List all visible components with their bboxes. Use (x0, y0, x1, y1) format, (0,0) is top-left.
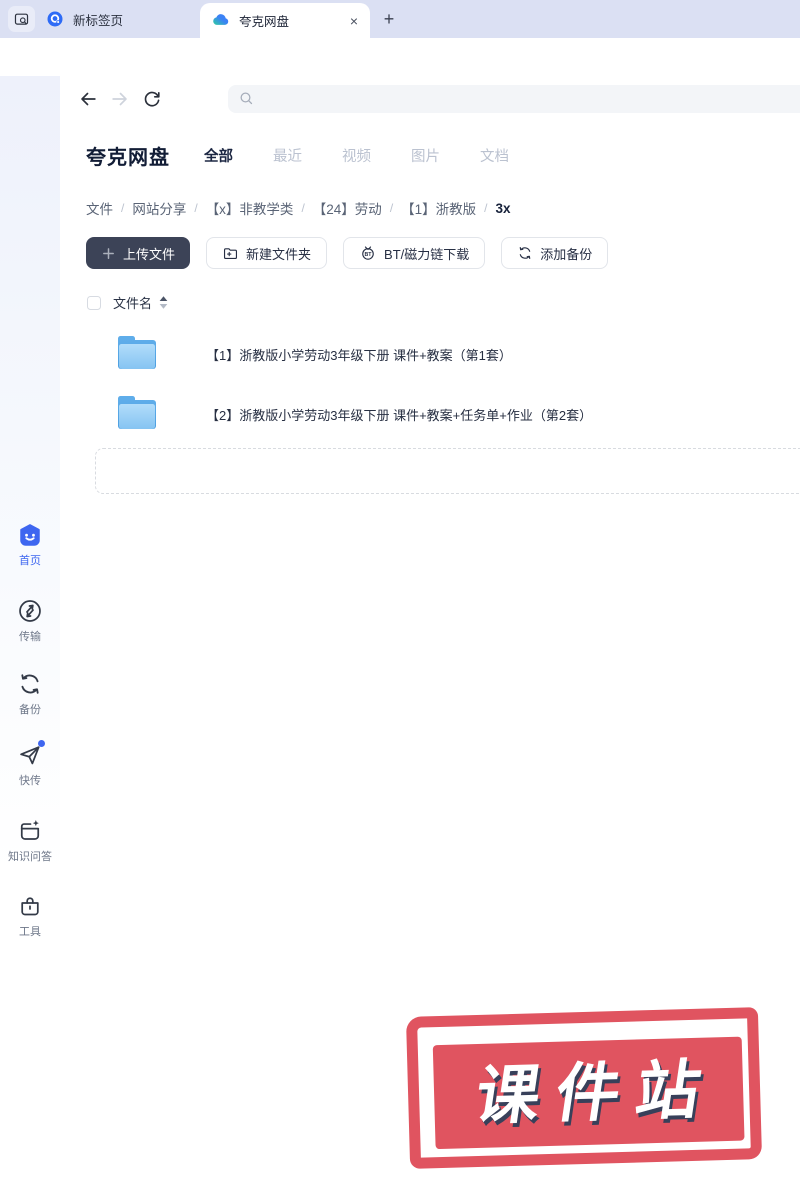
select-all-checkbox[interactable] (87, 295, 101, 310)
button-label: BT/磁力链下载 (384, 246, 470, 262)
tab-all[interactable]: 全部 (204, 145, 233, 166)
breadcrumb-item[interactable]: 【x】非教学类 (206, 198, 294, 218)
home-icon (17, 522, 43, 548)
upload-file-button[interactable]: 上传文件 (86, 237, 191, 269)
stamp-text: 课件站 (470, 1053, 721, 1133)
toolbox-icon (17, 893, 43, 919)
file-row[interactable]: 【1】浙教版小学劳动3年级下册 课件+教案（第1套） (60, 323, 800, 383)
quark-logo-icon (47, 11, 63, 27)
window-search-icon (14, 13, 29, 25)
breadcrumb-item[interactable]: 文件 (86, 198, 113, 218)
folder-icon (118, 396, 156, 429)
file-name[interactable]: 【2】浙教版小学劳动3年级下册 课件+教案+任务单+作业（第2套） (206, 405, 592, 424)
quick-send-icon (17, 740, 45, 768)
folder-plus-icon (223, 247, 238, 259)
sidebar-item-quick-send[interactable]: 快传 (0, 740, 60, 788)
notification-dot (38, 740, 45, 747)
tab-title: 新标签页 (73, 13, 124, 28)
tab-title: 夸克网盘 (239, 15, 290, 29)
transfer-icon (17, 598, 43, 624)
bt-download-icon: BT (362, 246, 374, 260)
file-row[interactable]: 【2】浙教版小学劳动3年级下册 课件+教案+任务单+作业（第2套） (60, 383, 800, 443)
sidebar-item-label: 知识问答 (8, 851, 52, 863)
tab-recent[interactable]: 最近 (273, 145, 302, 166)
sidebar-item-label: 首页 (19, 555, 41, 567)
address-search-bar[interactable] (228, 85, 800, 113)
sidebar-item-backup[interactable]: 备份 (0, 671, 60, 717)
quark-browser-window: 新标签页 夸克网盘 × + 首页 传输 备份 快传 知识问答 工具 夸克网盘 全… (0, 0, 800, 1200)
breadcrumb-separator: / (301, 201, 305, 215)
browser-nav-row (60, 76, 800, 122)
sidebar-item-transfer[interactable]: 传输 (0, 598, 60, 644)
sidebar-item-label: 工具 (19, 926, 41, 938)
button-label: 添加备份 (540, 246, 593, 262)
breadcrumb-separator: / (389, 201, 394, 215)
file-name[interactable]: 【1】浙教版小学劳动3年级下册 课件+教案（第1套） (206, 345, 512, 364)
add-backup-button[interactable]: 添加备份 (501, 237, 609, 269)
sidebar: 首页 传输 备份 快传 知识问答 工具 (0, 76, 60, 1076)
sidebar-item-label: 备份 (19, 704, 41, 716)
plus-icon (103, 247, 114, 259)
new-tab-button[interactable]: + (378, 8, 400, 30)
sidebar-item-label: 传输 (19, 631, 41, 643)
tab-video[interactable]: 视频 (342, 145, 371, 166)
search-icon (240, 92, 253, 105)
sidebar-item-label: 快传 (19, 775, 41, 787)
sidebar-item-tools[interactable]: 工具 (0, 893, 60, 939)
button-label: 新建文件夹 (246, 246, 312, 262)
empty-drop-zone (95, 448, 800, 494)
sidebar-item-knowledge-qa[interactable]: 知识问答 (0, 818, 60, 864)
forward-button[interactable] (108, 87, 132, 111)
tab-search-button[interactable] (8, 6, 35, 32)
breadcrumb-separator: / (121, 201, 125, 215)
cloud-drive-icon (213, 14, 229, 25)
tab-image[interactable]: 图片 (411, 145, 440, 166)
refresh-button[interactable] (140, 87, 164, 111)
page-title: 夸克网盘 (86, 146, 170, 169)
breadcrumb-separator: / (194, 201, 198, 215)
browser-tab-quark-drive[interactable]: 夸克网盘 × (200, 3, 370, 38)
browser-tab-newtab[interactable]: 新标签页 (46, 0, 123, 38)
breadcrumb-item[interactable]: 【24】劳动 (313, 198, 382, 218)
breadcrumb-item[interactable]: 【1】浙教版 (401, 198, 476, 218)
new-folder-button[interactable]: 新建文件夹 (206, 237, 328, 269)
close-icon[interactable]: × (350, 14, 358, 28)
sort-icon[interactable] (157, 295, 170, 310)
breadcrumb: 文件 / 网站分享 / 【x】非教学类 / 【24】劳动 / 【1】浙教版 / … (86, 198, 511, 218)
svg-text:BT: BT (365, 252, 373, 258)
backup-icon (17, 671, 43, 697)
browser-tab-bar: 新标签页 夸克网盘 × + (0, 0, 800, 38)
button-label: 上传文件 (123, 246, 176, 262)
folder-icon (118, 336, 156, 369)
filter-tabs: 全部 最近 视频 图片 文档 (204, 145, 509, 166)
action-toolbar: 上传文件 新建文件夹 BT BT/磁力链下载 添加备份 (86, 237, 609, 269)
breadcrumb-current: 3x (495, 200, 511, 216)
column-filename-label: 文件名 (113, 296, 153, 311)
file-list-header: 文件名 (87, 293, 170, 312)
stamp-inner: 课件站 (432, 1036, 745, 1150)
bt-magnet-download-button[interactable]: BT BT/磁力链下载 (343, 237, 486, 269)
back-button[interactable] (76, 87, 100, 111)
breadcrumb-item[interactable]: 网站分享 (132, 198, 186, 218)
sidebar-item-home[interactable]: 首页 (0, 522, 60, 568)
watermark-stamp: 课件站 (405, 1007, 763, 1169)
drive-header: 夸克网盘 全部 最近 视频 图片 文档 (86, 140, 509, 170)
file-list: 【1】浙教版小学劳动3年级下册 课件+教案（第1套） 【2】浙教版小学劳动3年级… (60, 323, 800, 443)
tab-document[interactable]: 文档 (480, 145, 509, 166)
qa-icon (17, 818, 43, 844)
backup-circle-icon (519, 247, 531, 259)
breadcrumb-separator: / (484, 201, 488, 215)
